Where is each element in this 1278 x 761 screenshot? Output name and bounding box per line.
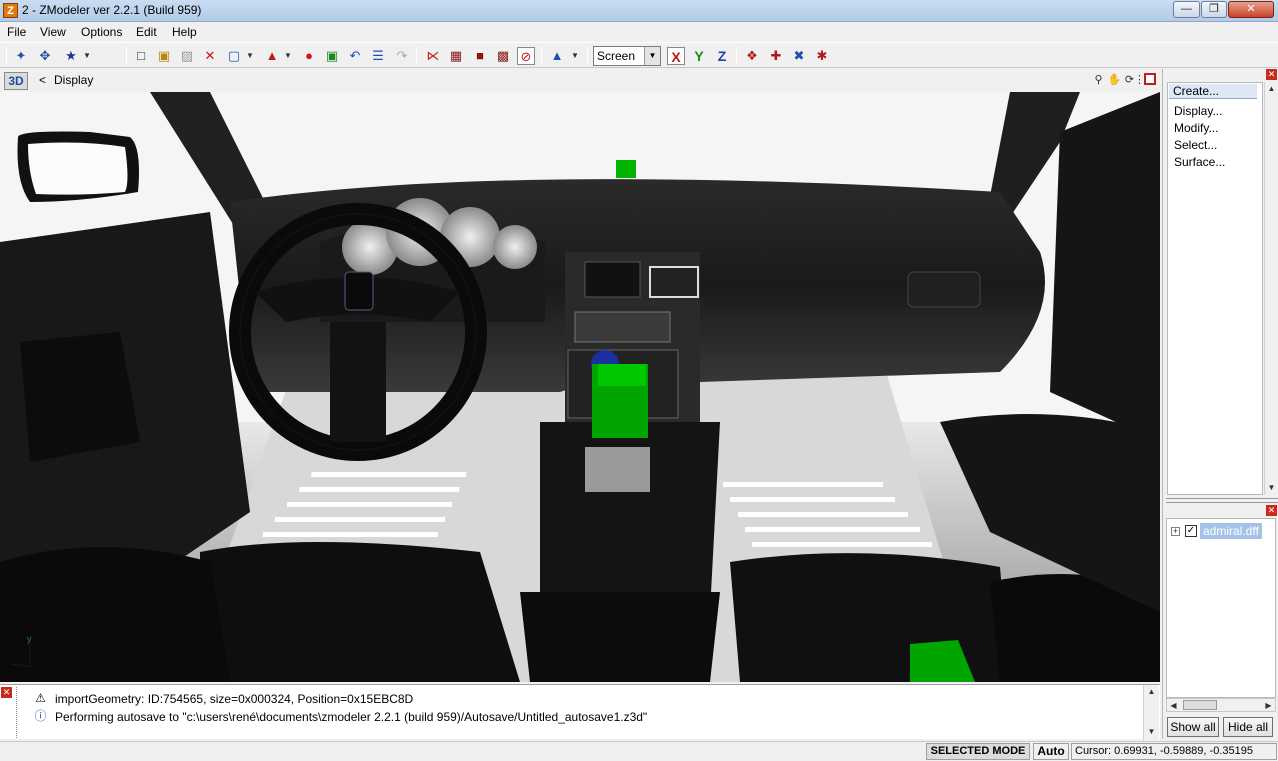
zoom-icon[interactable]: ⚲ — [1091, 73, 1106, 88]
axis-x-button[interactable]: X — [667, 47, 685, 65]
pan-icon[interactable]: ✋ — [1107, 73, 1122, 88]
warning-icon: ⚠ — [35, 691, 46, 705]
scroll-up-icon[interactable]: ▲ — [1265, 82, 1278, 95]
cursor-readout: Cursor: 0.69931, -0.59889, -0.35195 — [1071, 743, 1277, 760]
object-icon[interactable]: ▣ — [323, 47, 341, 65]
axis-gizmo-label: y — [27, 634, 32, 644]
scene-tree-hscrollbar[interactable]: ◀ ▶ — [1166, 698, 1276, 712]
coordinate-mode-value: Screen — [597, 49, 636, 63]
scene-file-item[interactable]: admiral.dff — [1200, 523, 1262, 539]
delete-icon[interactable]: ✕ — [201, 47, 219, 65]
toolbar-separator — [126, 47, 127, 65]
move-tool-icon[interactable]: ✚ — [767, 47, 785, 65]
command-panel: Create... Display... Modify... Select...… — [1167, 82, 1263, 495]
cmd-select[interactable]: Select... — [1174, 138, 1217, 152]
vertex-mode-icon[interactable]: ⋉ — [424, 47, 442, 65]
mesh-mode-icon[interactable]: ▩ — [494, 47, 512, 65]
chevron-down-icon[interactable]: ▼ — [644, 47, 660, 65]
redo-icon[interactable]: ↷ — [393, 47, 411, 65]
restore-button[interactable]: ❐ — [1201, 1, 1227, 18]
main-toolbar: ✦ ✥ ★ ▼ □ ▣ ▨ ✕ ▢ ▼ ▲ ▼ ● ▣ ↶ ☰ ↷ ⋉ ▦ ■ … — [0, 42, 1278, 68]
panel-splitter[interactable] — [1166, 498, 1278, 503]
viewport-header: 3D < Display ⚲ ✋ ⟳ ⋮ — [0, 69, 1160, 92]
show-all-button[interactable]: Show all — [1167, 717, 1219, 737]
cmd-create[interactable]: Create... — [1169, 84, 1257, 99]
menu-help[interactable]: Help — [172, 25, 197, 39]
toolbar-separator — [541, 47, 542, 65]
save-icon[interactable]: ▨ — [178, 47, 196, 65]
axis-y-button[interactable]: Y — [690, 47, 708, 65]
toolbar-separator — [416, 47, 417, 65]
scene-tree: + ✓ admiral.dff — [1166, 518, 1276, 698]
close-button[interactable]: ✕ — [1228, 1, 1274, 18]
viewport-3d[interactable]: y — [0, 92, 1160, 682]
import-icon[interactable]: ▢ — [225, 47, 243, 65]
viewport-mode-button[interactable]: 3D — [4, 72, 28, 90]
import-dropdown-icon[interactable]: ▼ — [245, 47, 255, 65]
status-bar: SELECTED MODE Auto Cursor: 0.69931, -0.5… — [0, 741, 1278, 761]
command-panel-close-icon[interactable]: ✕ — [1266, 69, 1277, 80]
viewport-maximize-button[interactable] — [1144, 73, 1156, 85]
car-interior-render: y — [0, 92, 1160, 682]
command-panel-scrollbar[interactable]: ▲ ▼ — [1264, 82, 1277, 495]
visibility-checkbox[interactable]: ✓ — [1185, 525, 1197, 537]
axis-gizmo-icon[interactable]: ▲ — [548, 47, 566, 65]
hide-all-button[interactable]: Hide all — [1223, 717, 1273, 737]
scroll-right-icon[interactable]: ▶ — [1262, 699, 1275, 712]
toolbar-separator — [6, 47, 7, 65]
scroll-down-icon[interactable]: ▼ — [1145, 725, 1158, 738]
selection-mode-label[interactable]: SELECTED MODE — [926, 743, 1030, 760]
scroll-down-icon[interactable]: ▼ — [1265, 481, 1278, 494]
tree-expand-icon[interactable]: + — [1171, 527, 1180, 536]
log-close-icon[interactable]: ✕ — [1, 687, 12, 698]
info-icon: ⓘ — [34, 709, 47, 723]
axis-gizmo-dropdown-icon[interactable]: ▼ — [570, 47, 580, 65]
export-icon[interactable]: ▲ — [263, 47, 281, 65]
export-dropdown-icon[interactable]: ▼ — [283, 47, 293, 65]
open-file-icon[interactable]: ▣ — [155, 47, 173, 65]
log-scrollbar[interactable]: ▲ ▼ — [1143, 685, 1159, 740]
menu-options[interactable]: Options — [81, 25, 122, 39]
list-icon[interactable]: ☰ — [369, 47, 387, 65]
menu-edit[interactable]: Edit — [136, 25, 157, 39]
log-panel: ✕ ⚠ importGeometry: ID:754565, size=0x00… — [0, 684, 1160, 740]
cmd-modify[interactable]: Modify... — [1174, 121, 1218, 135]
minimize-button[interactable]: — — [1173, 1, 1200, 18]
log-grip[interactable] — [16, 687, 20, 738]
pose-icon[interactable]: ★ — [62, 47, 80, 65]
pose-dropdown-icon[interactable]: ▼ — [82, 47, 92, 65]
title-bar: Z 2 - ZModeler ver 2.2.1 (Build 959) — ❐… — [0, 0, 1278, 22]
select-move-icon[interactable]: ✥ — [36, 47, 54, 65]
log-entry: importGeometry: ID:754565, size=0x000324… — [55, 692, 414, 706]
rotate-tool-icon[interactable]: ✖ — [790, 47, 808, 65]
box-mode-icon[interactable]: ▦ — [447, 47, 465, 65]
axis-z-button[interactable]: Z — [713, 47, 731, 65]
viewport-back-button[interactable]: < — [39, 73, 46, 87]
menu-bar: File View Options Edit Help — [0, 22, 1278, 42]
cmd-surface[interactable]: Surface... — [1174, 155, 1225, 169]
cmd-display[interactable]: Display... — [1174, 104, 1222, 118]
coordinate-mode-select[interactable]: Screen ▼ — [593, 46, 661, 66]
select-icon[interactable]: ✦ — [12, 47, 30, 65]
toolbar-separator — [587, 47, 588, 65]
auto-button[interactable]: Auto — [1033, 743, 1069, 760]
render-icon[interactable]: ❖ — [743, 47, 761, 65]
menu-view[interactable]: View — [40, 25, 66, 39]
undo-icon[interactable]: ↶ — [346, 47, 364, 65]
app-logo-icon[interactable]: Z — [3, 3, 18, 18]
window-title: 2 - ZModeler ver 2.2.1 (Build 959) — [22, 3, 202, 17]
no-selection-icon[interactable]: ⊘ — [517, 47, 535, 65]
scroll-up-icon[interactable]: ▲ — [1145, 685, 1158, 698]
viewport-label: Display — [54, 73, 94, 87]
scene-panel-close-icon[interactable]: ✕ — [1266, 505, 1277, 516]
toolbar-separator — [736, 47, 737, 65]
scroll-left-icon[interactable]: ◀ — [1167, 699, 1180, 712]
log-entry: Performing autosave to "c:\users\rené\do… — [55, 710, 648, 724]
record-icon[interactable]: ● — [300, 47, 318, 65]
scroll-thumb[interactable] — [1183, 700, 1217, 710]
scale-tool-icon[interactable]: ✱ — [813, 47, 831, 65]
new-file-icon[interactable]: □ — [132, 47, 150, 65]
cube-mode-icon[interactable]: ■ — [471, 47, 489, 65]
menu-file[interactable]: File — [7, 25, 26, 39]
